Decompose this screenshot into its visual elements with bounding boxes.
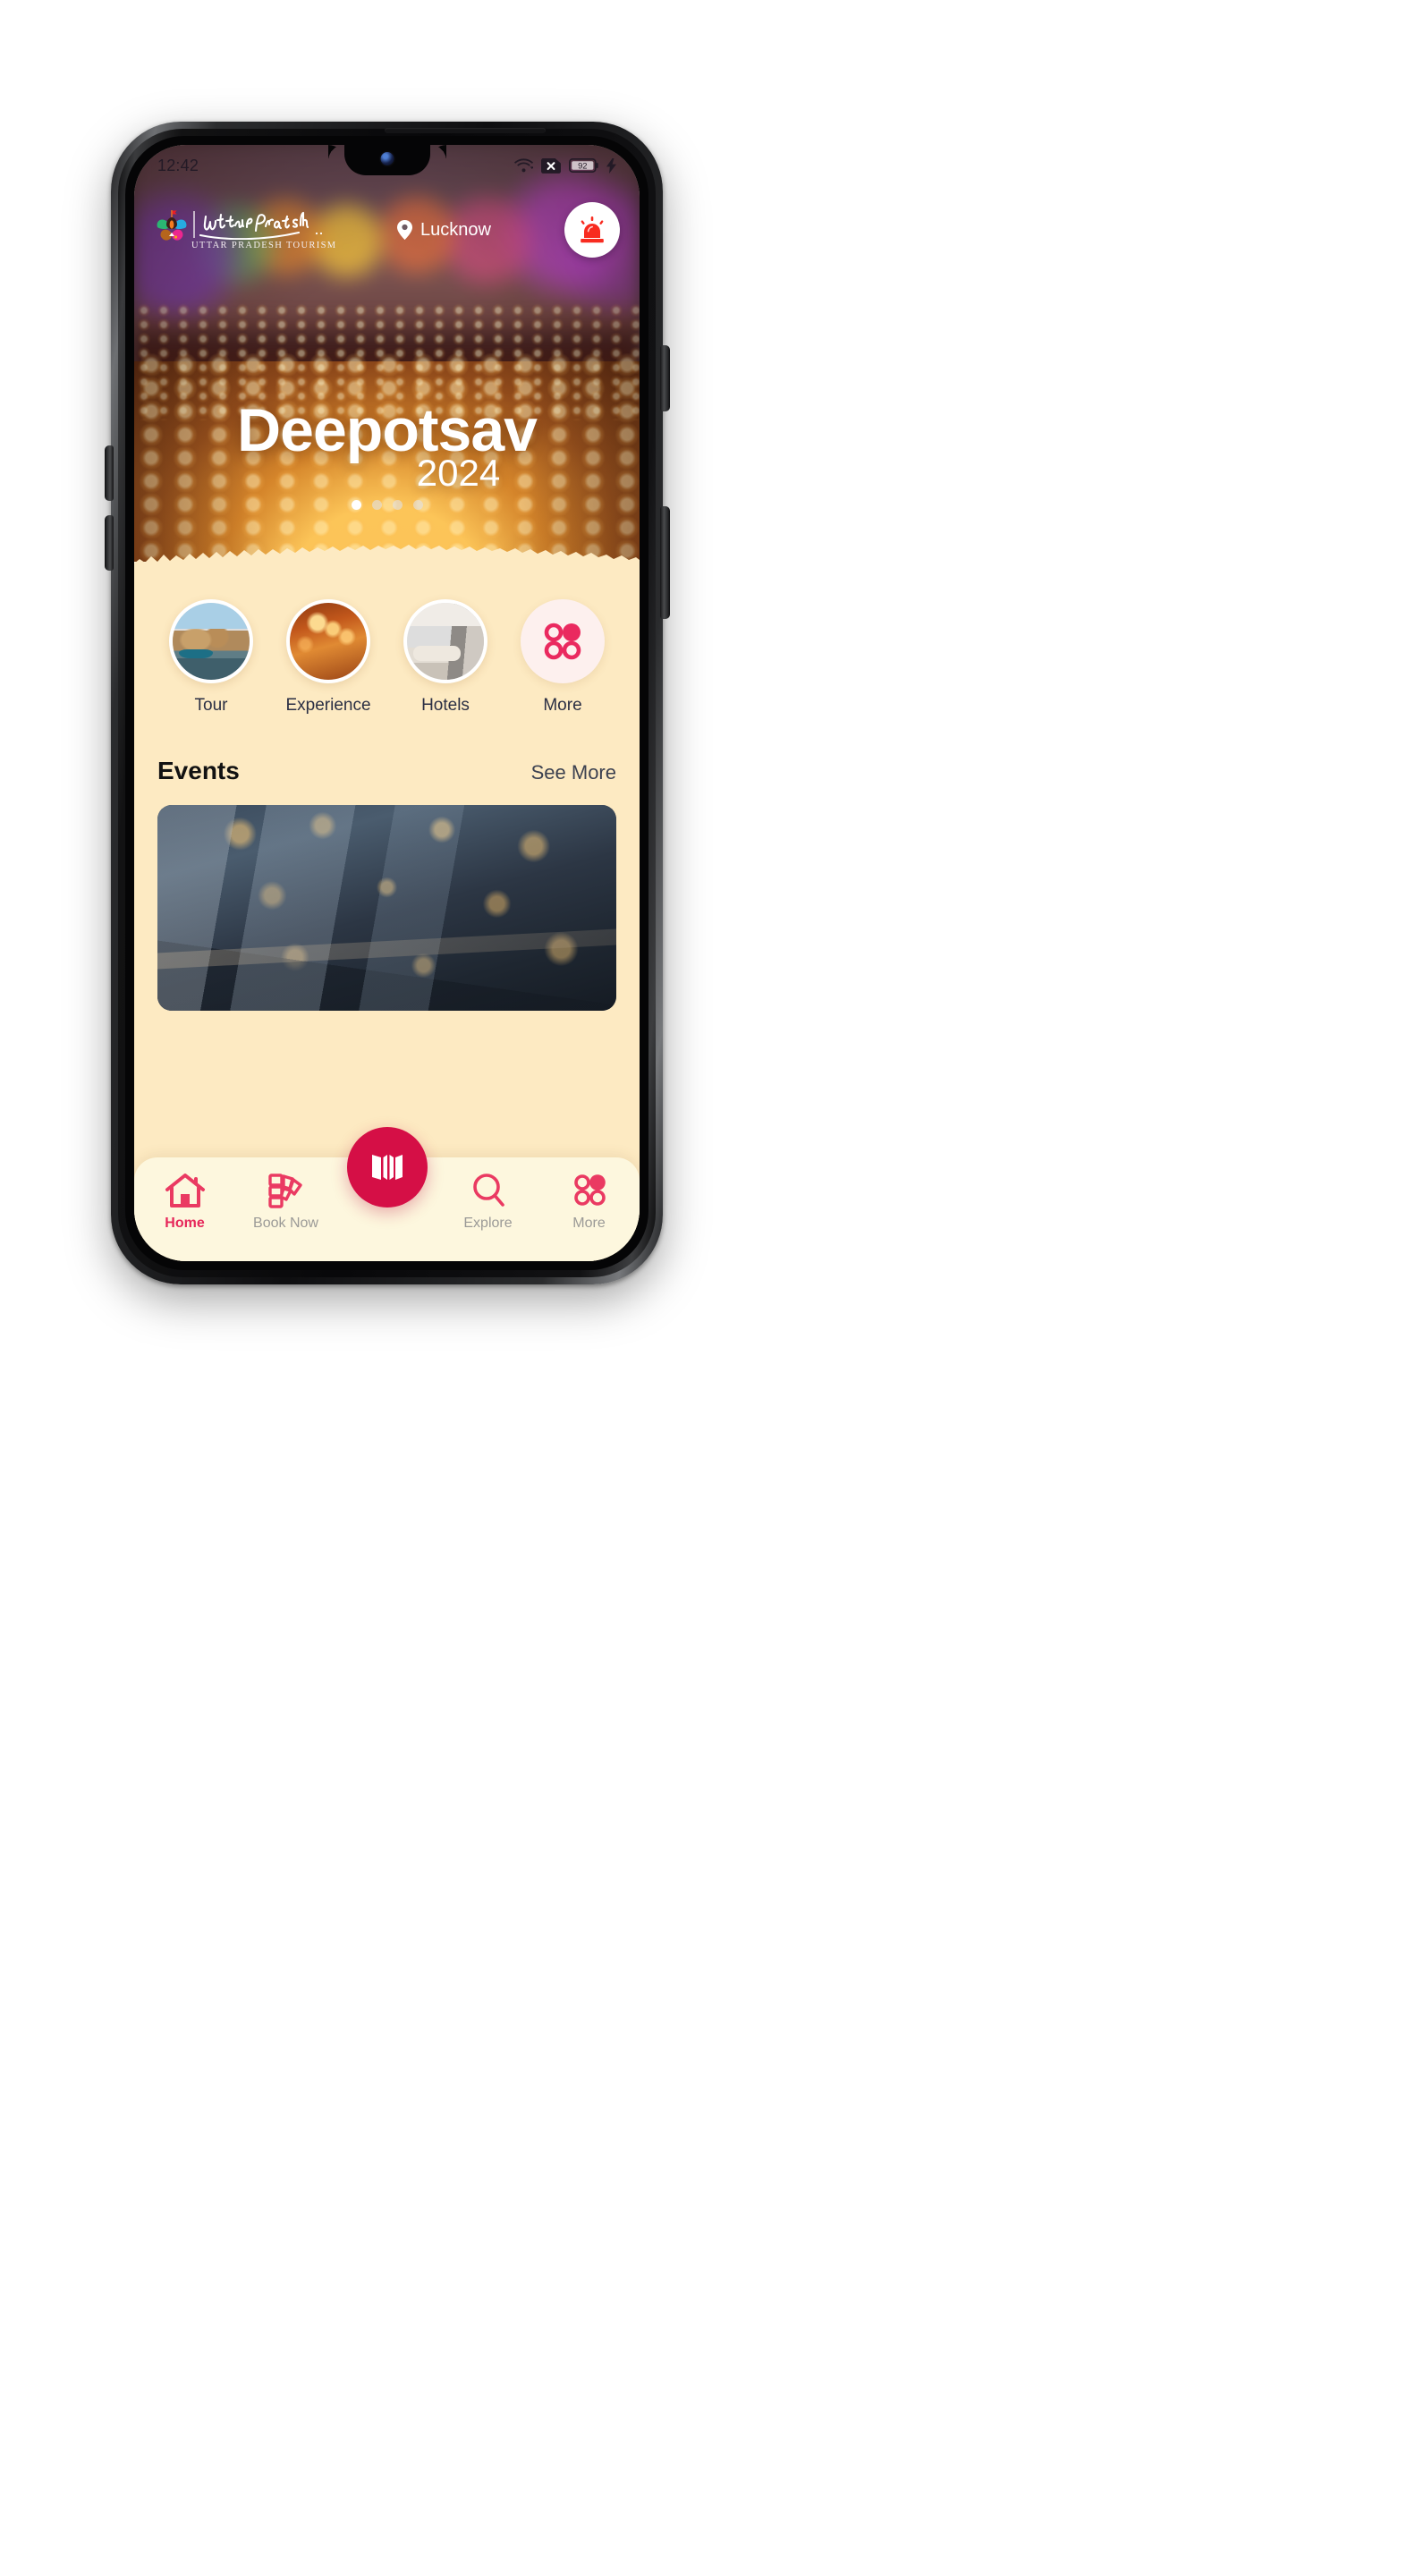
- nav-item-home[interactable]: Home: [134, 1172, 235, 1232]
- tour-thumbnail[interactable]: [169, 599, 253, 683]
- quick-actions-row: Tour Experience Hotels More: [134, 572, 640, 716]
- status-icons: 92: [514, 157, 616, 174]
- quick-action-label: Tour: [194, 696, 228, 715]
- display-notch: [327, 145, 446, 175]
- map-pin-icon: [397, 220, 413, 240]
- quick-action-hotels[interactable]: Hotels: [392, 599, 499, 716]
- map-fab-button[interactable]: [346, 1127, 428, 1208]
- alert-slider-button[interactable]: [660, 345, 670, 411]
- hero-title-block: Deepotsav 2024: [134, 395, 640, 492]
- quick-action-label: More: [543, 696, 582, 715]
- emergency-siren-button[interactable]: [564, 202, 620, 258]
- app-header: UTTAR PRADESH TOURISM Lucknow: [134, 191, 640, 268]
- nav-label: Home: [165, 1216, 205, 1231]
- earpiece-speaker: [385, 128, 546, 133]
- quick-action-more[interactable]: More: [509, 599, 616, 716]
- home-icon: [165, 1174, 205, 1208]
- four-dot-grid-icon: [544, 623, 581, 660]
- location-label: Lucknow: [420, 219, 491, 240]
- volume-up-button[interactable]: [105, 445, 114, 501]
- ticket-icon: [267, 1174, 302, 1208]
- nav-label: Explore: [463, 1216, 513, 1231]
- battery-icon: 92: [569, 158, 598, 173]
- volume-down-button[interactable]: [105, 515, 114, 571]
- charging-bolt-icon: [606, 157, 616, 174]
- nav-item-book-now[interactable]: Book Now: [235, 1172, 336, 1232]
- power-button[interactable]: [660, 506, 670, 619]
- hero-title: Deepotsav: [237, 395, 538, 464]
- event-tents-overlay: [157, 805, 616, 1011]
- search-icon: [472, 1174, 504, 1207]
- quick-action-label: Hotels: [421, 696, 470, 715]
- four-dot-grid-icon: [573, 1174, 606, 1206]
- nav-item-more[interactable]: More: [538, 1172, 640, 1232]
- front-camera: [380, 152, 394, 165]
- nav-label: Book Now: [253, 1216, 318, 1231]
- hotels-thumbnail[interactable]: [403, 599, 487, 683]
- screenshot-root: Deepotsav 2024 Tour Experience Hotels Mo…: [0, 0, 1424, 2576]
- events-section-header: Events See More: [134, 716, 640, 785]
- carousel-dots[interactable]: [134, 500, 640, 510]
- up-tourism-petal-emblem: [154, 209, 190, 249]
- aarti-image: [290, 603, 367, 680]
- hotel-room-image: [407, 603, 484, 680]
- phone-screen: Deepotsav 2024 Tour Experience Hotels Mo…: [134, 145, 640, 1261]
- quick-action-experience[interactable]: Experience: [275, 599, 382, 716]
- brand-logo: UTTAR PRADESH TOURISM: [154, 209, 336, 250]
- carousel-dot-1[interactable]: [351, 500, 361, 510]
- carousel-dot-2[interactable]: [371, 500, 382, 510]
- more-button-circle[interactable]: [521, 599, 605, 683]
- events-see-more-link[interactable]: See More: [531, 761, 616, 784]
- carousel-dot-3[interactable]: [392, 500, 403, 510]
- location-selector[interactable]: Lucknow: [324, 220, 564, 241]
- ghat-image: [173, 603, 250, 680]
- nav-item-explore[interactable]: Explore: [437, 1172, 538, 1232]
- bottom-navigation-bar: Home Book Now Explore More: [134, 1127, 640, 1261]
- quick-action-label: Experience: [285, 696, 371, 715]
- uttar-pradesh-wordmark: [193, 211, 323, 240]
- map-fold-icon: [371, 1155, 403, 1180]
- wifi-icon: [514, 158, 533, 173]
- siren-alert-icon: [581, 216, 604, 243]
- brand-text-block: UTTAR PRADESH TOURISM: [191, 209, 336, 250]
- experience-thumbnail[interactable]: [286, 599, 370, 683]
- nav-label: More: [572, 1216, 606, 1231]
- status-time: 12:42: [157, 156, 199, 174]
- carousel-dot-4[interactable]: [412, 500, 423, 510]
- brand-subtitle: UTTAR PRADESH TOURISM: [191, 241, 337, 250]
- battery-level-text: 92: [578, 161, 587, 171]
- events-title: Events: [157, 757, 240, 784]
- sim-card-disabled-icon: [541, 157, 561, 174]
- app-viewport: Deepotsav 2024 Tour Experience Hotels Mo…: [134, 145, 640, 1261]
- quick-action-tour[interactable]: Tour: [157, 599, 265, 716]
- event-card[interactable]: [157, 805, 616, 1011]
